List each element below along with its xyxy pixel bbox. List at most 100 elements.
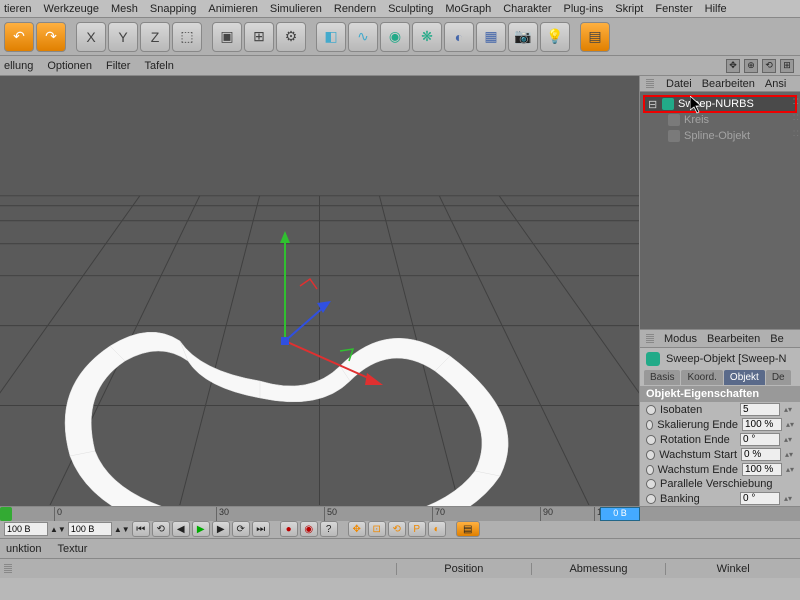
redo-button[interactable]: ↷ [36,22,66,52]
environment-button[interactable]: ▦ [476,22,506,52]
anim-dot-icon[interactable] [646,465,654,475]
stepper-icon[interactable]: ▴▾ [785,450,794,459]
axis-z-button[interactable]: Z [140,22,170,52]
object-kreis[interactable]: Kreis : : [644,112,796,128]
menu-item[interactable]: Rendern [334,3,376,15]
am-menu[interactable]: Be [770,333,783,345]
record-button[interactable]: ● [280,521,298,537]
menu-item[interactable]: Skript [615,3,643,15]
view-menu[interactable]: Optionen [47,60,92,72]
menu-item[interactable]: Charakter [503,3,551,15]
anim-dot-icon[interactable] [646,479,656,489]
rotate-icon[interactable]: ⟲ [762,59,776,73]
timeline-ruler[interactable]: 030507090100 0 B [0,507,800,521]
playhead[interactable] [0,507,12,521]
view-menu[interactable]: Tafeln [144,60,173,72]
menu-item[interactable]: Werkzeuge [44,3,99,15]
property-value[interactable] [740,433,780,446]
object-spline[interactable]: Spline-Objekt : : [644,128,796,144]
visibility-dots[interactable]: : : [793,128,798,139]
autokey-button[interactable]: ◉ [300,521,318,537]
tab-koord[interactable]: Koord. [681,370,722,385]
perspective-viewport[interactable] [0,76,640,506]
property-value[interactable] [740,403,780,416]
timeline-window-button[interactable]: ▤ [456,521,480,537]
stepper-icon[interactable]: ▴▾ [784,494,794,503]
anim-dot-icon[interactable] [646,420,653,430]
play-button[interactable]: ▶ [192,521,210,537]
axis-x-button[interactable]: X [76,22,106,52]
render-view-button[interactable]: ▣ [212,22,242,52]
anim-dot-icon[interactable] [646,494,656,504]
prev-key-button[interactable]: ⟲ [152,521,170,537]
object-sweep-nurbs[interactable]: ⊟ Sweep-NURBS : : [644,96,796,112]
grip-icon[interactable] [4,564,12,574]
mat-menu[interactable]: unktion [6,543,41,555]
object-manager-tree[interactable]: ⊟ Sweep-NURBS : : Kreis : : Spline-Objek… [640,92,800,329]
mat-menu[interactable]: Textur [57,543,87,555]
visibility-dots[interactable]: : : [793,96,798,107]
start-frame-field[interactable] [4,522,48,536]
coord-system-button[interactable]: ⬚ [172,22,202,52]
property-value[interactable] [740,492,780,505]
deformer-button[interactable]: ◐ [444,22,474,52]
scale-key-button[interactable]: ⊡ [368,521,386,537]
menu-item[interactable]: Hilfe [705,3,727,15]
next-key-button[interactable]: ⟳ [232,521,250,537]
view-menu[interactable]: Filter [106,60,130,72]
menu-item[interactable]: Simulieren [270,3,322,15]
am-menu[interactable]: Bearbeiten [707,333,760,345]
stepper-icon[interactable]: ▴▾ [784,435,794,444]
view-menu[interactable]: ellung [4,60,33,72]
stepper-icon[interactable]: ▲▼ [114,525,130,534]
menu-item[interactable]: Plug-ins [564,3,604,15]
menu-item[interactable]: Sculpting [388,3,433,15]
om-menu[interactable]: Datei [666,78,692,90]
tab-basis[interactable]: Basis [644,370,680,385]
light-button[interactable]: 💡 [540,22,570,52]
expand-icon[interactable]: ⊟ [648,98,658,111]
menu-item[interactable]: Mesh [111,3,138,15]
menu-item[interactable]: tieren [4,3,32,15]
axis-y-button[interactable]: Y [108,22,138,52]
scene-button[interactable]: ▤ [580,22,610,52]
visibility-dots[interactable]: : : [793,112,798,123]
rotate-key-button[interactable]: ⟲ [388,521,406,537]
current-frame-field[interactable] [68,522,112,536]
spline-button[interactable]: ∿ [348,22,378,52]
property-value[interactable] [741,448,781,461]
menu-item[interactable]: Animieren [208,3,258,15]
render-settings-button[interactable]: ⚙ [276,22,306,52]
anim-dot-icon[interactable] [646,435,656,445]
render-region-button[interactable]: ⊞ [244,22,274,52]
undo-button[interactable]: ↶ [4,22,34,52]
grip-icon[interactable] [646,334,654,344]
modeling-button[interactable]: ❋ [412,22,442,52]
property-value[interactable] [742,463,782,476]
tab-de[interactable]: De [766,370,791,385]
menu-item[interactable]: Snapping [150,3,197,15]
nurbs-button[interactable]: ◉ [380,22,410,52]
om-menu[interactable]: Ansi [765,78,786,90]
move-key-button[interactable]: ✥ [348,521,366,537]
menu-item[interactable]: Fenster [655,3,692,15]
stepper-icon[interactable]: ▴▾ [786,465,794,474]
layout-icon[interactable]: ⊞ [780,59,794,73]
goto-end-button[interactable]: ⏭ [252,521,270,537]
param-key-button[interactable]: P [408,521,426,537]
property-value[interactable] [742,418,782,431]
pla-key-button[interactable]: ◐ [428,521,446,537]
stepper-icon[interactable]: ▴▾ [784,405,794,414]
stepper-icon[interactable]: ▴▾ [786,420,794,429]
keyframe-options-button[interactable]: ? [320,521,338,537]
tab-objekt[interactable]: Objekt [724,370,765,385]
menu-item[interactable]: MoGraph [445,3,491,15]
prev-frame-button[interactable]: ◀ [172,521,190,537]
camera-button[interactable]: 📷 [508,22,538,52]
om-menu[interactable]: Bearbeiten [702,78,755,90]
anim-dot-icon[interactable] [646,450,655,460]
cube-primitive-button[interactable]: ◧ [316,22,346,52]
zoom-icon[interactable]: ⊕ [744,59,758,73]
anim-dot-icon[interactable] [646,405,656,415]
next-frame-button[interactable]: ▶ [212,521,230,537]
